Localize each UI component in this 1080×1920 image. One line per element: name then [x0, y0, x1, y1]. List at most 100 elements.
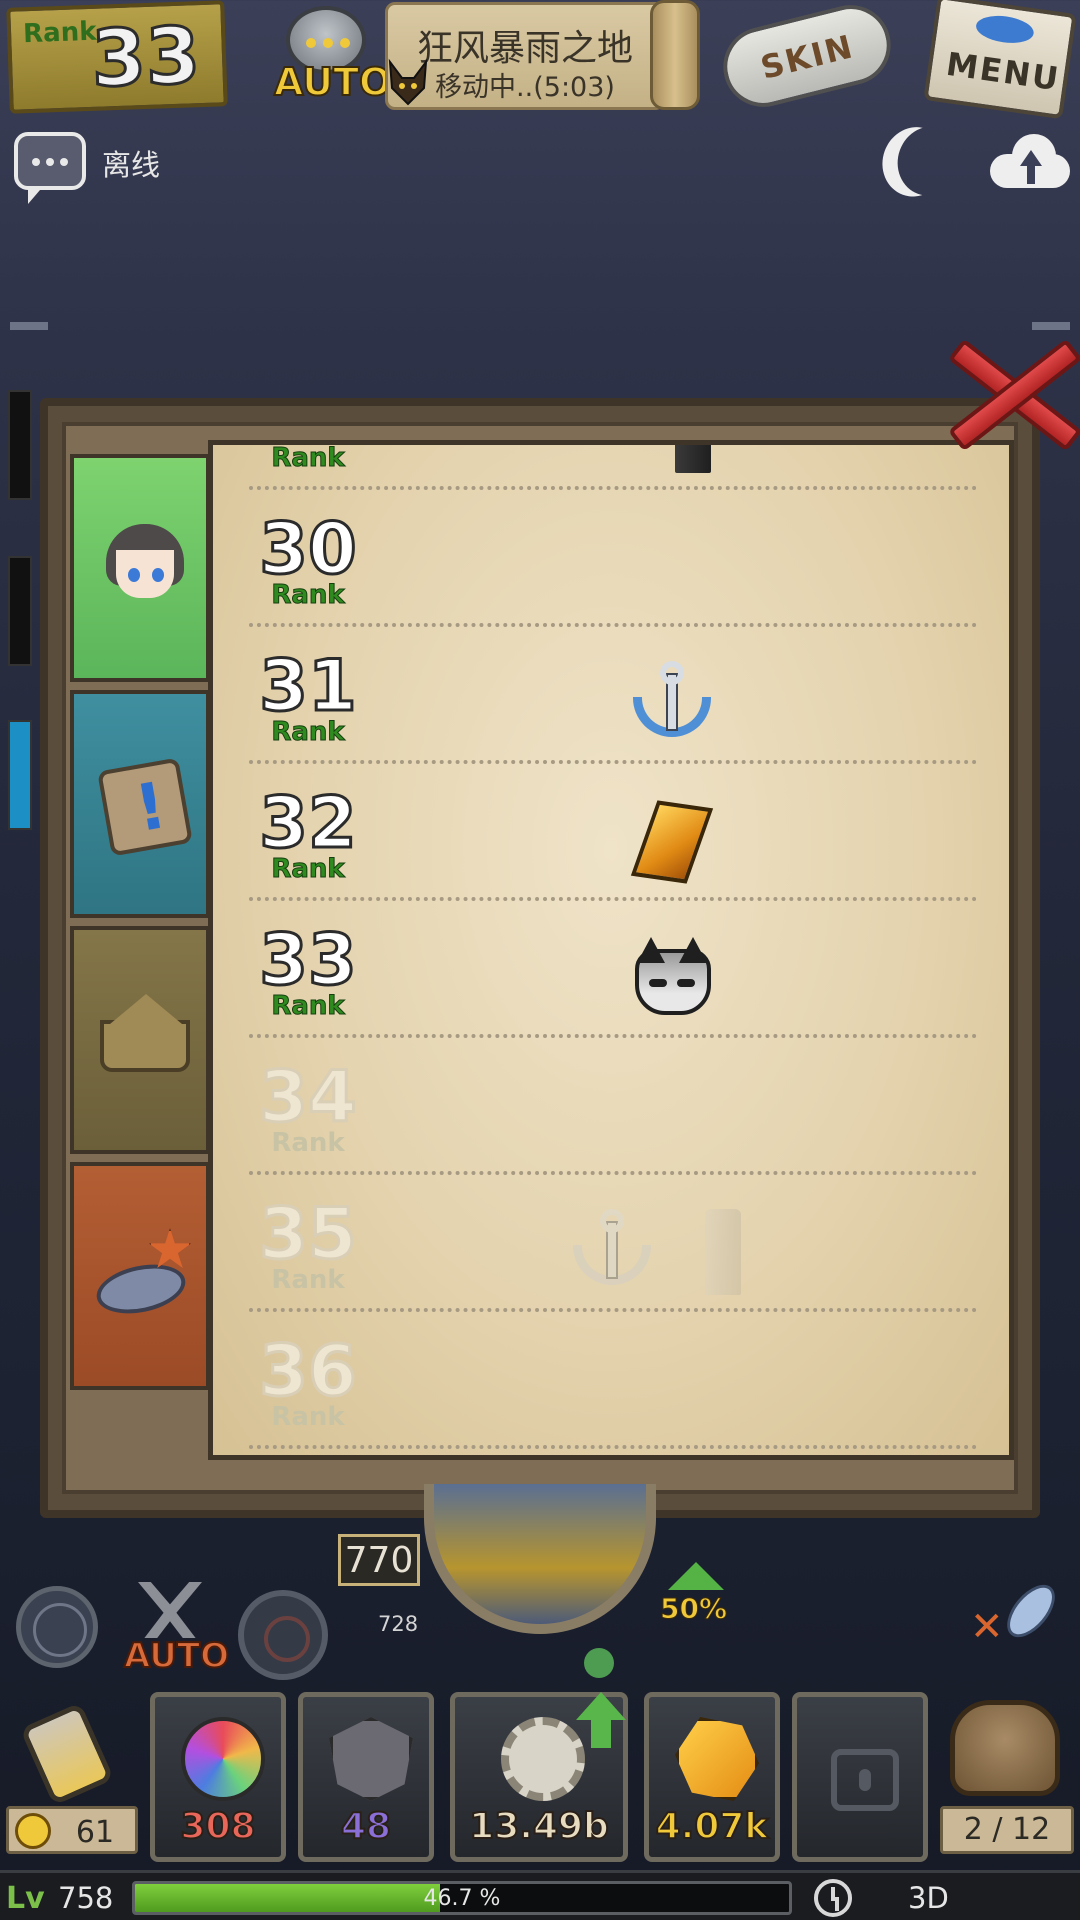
rank-row: 31 Rank: [249, 627, 977, 764]
rank-badge-value: 33: [88, 10, 203, 107]
menu-button[interactable]: MENU: [923, 0, 1077, 120]
rank-row: 34 Rank: [249, 1038, 977, 1175]
item-slot-amber[interactable]: 4.07k: [644, 1692, 780, 1862]
gear-shell-icon: [501, 1717, 585, 1801]
rank-word: Rank: [271, 1128, 345, 1158]
background-divider: [1032, 322, 1070, 330]
auto-battle-label: AUTO: [123, 1635, 230, 1677]
background-divider: [10, 322, 48, 330]
play-timer: 3D 05:23:03: [908, 1881, 1038, 1920]
distance-counter: 770: [338, 1534, 420, 1586]
side-gauge: [8, 556, 32, 666]
clock-icon: [814, 1879, 852, 1917]
bag-icon[interactable]: [950, 1700, 1060, 1796]
rank-word: Rank: [271, 443, 345, 474]
boost-percent: 50%: [659, 1592, 728, 1626]
top-bar: Rank 33 AUTO 狂风暴雨之地 移动中..(5:03) SKIN MEN…: [0, 0, 1080, 120]
moon-icon[interactable]: [888, 117, 972, 205]
cloud-upload-icon[interactable]: [990, 132, 1070, 188]
item-count: 13.49b: [468, 1805, 610, 1848]
rank-badge[interactable]: Rank 33: [6, 0, 228, 114]
coin-value: 61: [75, 1815, 115, 1850]
bag-capacity: 2 / 12: [940, 1806, 1074, 1854]
anchor-icon: [569, 1209, 655, 1295]
tab-aquarium[interactable]: [70, 1162, 210, 1390]
up-arrow-icon: [668, 1562, 724, 1590]
xp-progress-bar: 46.7 %: [132, 1881, 792, 1915]
lock-icon: [831, 1749, 899, 1811]
xp-progress-text: 46.7 %: [423, 1886, 501, 1911]
rank-number: 35: [258, 1193, 358, 1275]
speed-boost[interactable]: 50%: [659, 1562, 730, 1632]
rank-number: 34: [258, 1056, 358, 1138]
target-button[interactable]: [238, 1590, 328, 1680]
status-bar: Lv 758 46.7 % 3D 05:23:03: [0, 1870, 1080, 1920]
auto-battle-button[interactable]: AUTO: [120, 1578, 230, 1678]
shield-icon: [329, 1717, 413, 1801]
skin-button[interactable]: SKIN: [712, 0, 902, 116]
side-gauge: [8, 390, 32, 500]
crown-icon: [96, 992, 192, 1088]
auto-sail-label: AUTO: [273, 59, 392, 105]
rank-badge-label: Rank: [22, 16, 98, 50]
rank-row: 30 Rank: [249, 490, 977, 627]
coin-icon: [15, 1813, 51, 1849]
distance-sub-value: 728: [378, 1612, 419, 1636]
fish-icon: [998, 1576, 1064, 1646]
level-value: 758: [58, 1881, 114, 1915]
item-count: 4.07k: [655, 1805, 770, 1848]
pillar-icon: [649, 445, 735, 473]
amber-icon: [675, 1717, 759, 1801]
rank-word: Rank: [271, 1402, 345, 1432]
chat-icon[interactable]: [14, 132, 86, 204]
tab-quest[interactable]: !: [70, 690, 210, 918]
rank-row: 36 Rank: [249, 1312, 977, 1449]
menu-label: MENU: [943, 44, 1063, 99]
rank-row: 33 Rank: [249, 901, 977, 1038]
rank-reward-list[interactable]: 29 Rank 30 Rank 31 Rank 32 Rank 33 Rank: [208, 440, 1014, 1460]
fishing-button[interactable]: ✕: [960, 1576, 1068, 1678]
rank-word: Rank: [271, 717, 345, 748]
side-gauge: [8, 720, 32, 830]
rank-row: 32 Rank: [249, 764, 977, 901]
compass-button[interactable]: [16, 1586, 98, 1668]
rank-number: 33: [258, 919, 358, 1001]
rank-word: Rank: [271, 854, 345, 885]
crossed-swords-icon: [138, 1582, 202, 1638]
rank-word: Rank: [271, 1265, 345, 1295]
rank-number: 31: [258, 645, 358, 727]
level-icon: Lv: [6, 1881, 45, 1916]
status-dot: [584, 1648, 614, 1678]
item-slot-orb[interactable]: 308: [150, 1692, 286, 1862]
item-slot-locked[interactable]: [792, 1692, 928, 1862]
quest-scroll-icon: !: [96, 756, 193, 857]
rank-row: 35 Rank: [249, 1175, 977, 1312]
cat-head-icon[interactable]: [629, 935, 715, 1021]
fox-icon: [388, 58, 428, 106]
rank-number: 36: [258, 1330, 358, 1412]
auto-sail-button[interactable]: AUTO: [268, 6, 392, 106]
close-button[interactable]: [930, 330, 1080, 452]
anchor-icon[interactable]: [629, 661, 715, 747]
amber-gem-icon[interactable]: [629, 798, 715, 884]
rank-word: Rank: [271, 991, 345, 1022]
fish-icon: [974, 12, 1036, 47]
upgrade-arrow-icon: [576, 1692, 626, 1750]
item-count: 48: [340, 1805, 392, 1848]
scroll-roll-icon[interactable]: [650, 0, 700, 110]
coin-counter: 61: [6, 1806, 138, 1854]
rank-word: Rank: [271, 580, 345, 611]
rank-number: 32: [258, 782, 358, 864]
character-face-icon: [96, 520, 192, 616]
chat-status: 离线: [102, 148, 161, 182]
pillar-icon: [679, 1209, 765, 1295]
ship-gauge: [424, 1484, 656, 1634]
tab-rank[interactable]: [70, 926, 210, 1154]
item-slot-shield[interactable]: 48: [298, 1692, 434, 1862]
hourglass-icon[interactable]: [14, 1702, 124, 1806]
rank-number: 30: [258, 508, 358, 590]
item-count: 308: [179, 1805, 256, 1848]
fish-starfish-icon: [92, 1228, 192, 1324]
rainbow-orb-icon: [181, 1717, 265, 1801]
tab-character[interactable]: [70, 454, 210, 682]
